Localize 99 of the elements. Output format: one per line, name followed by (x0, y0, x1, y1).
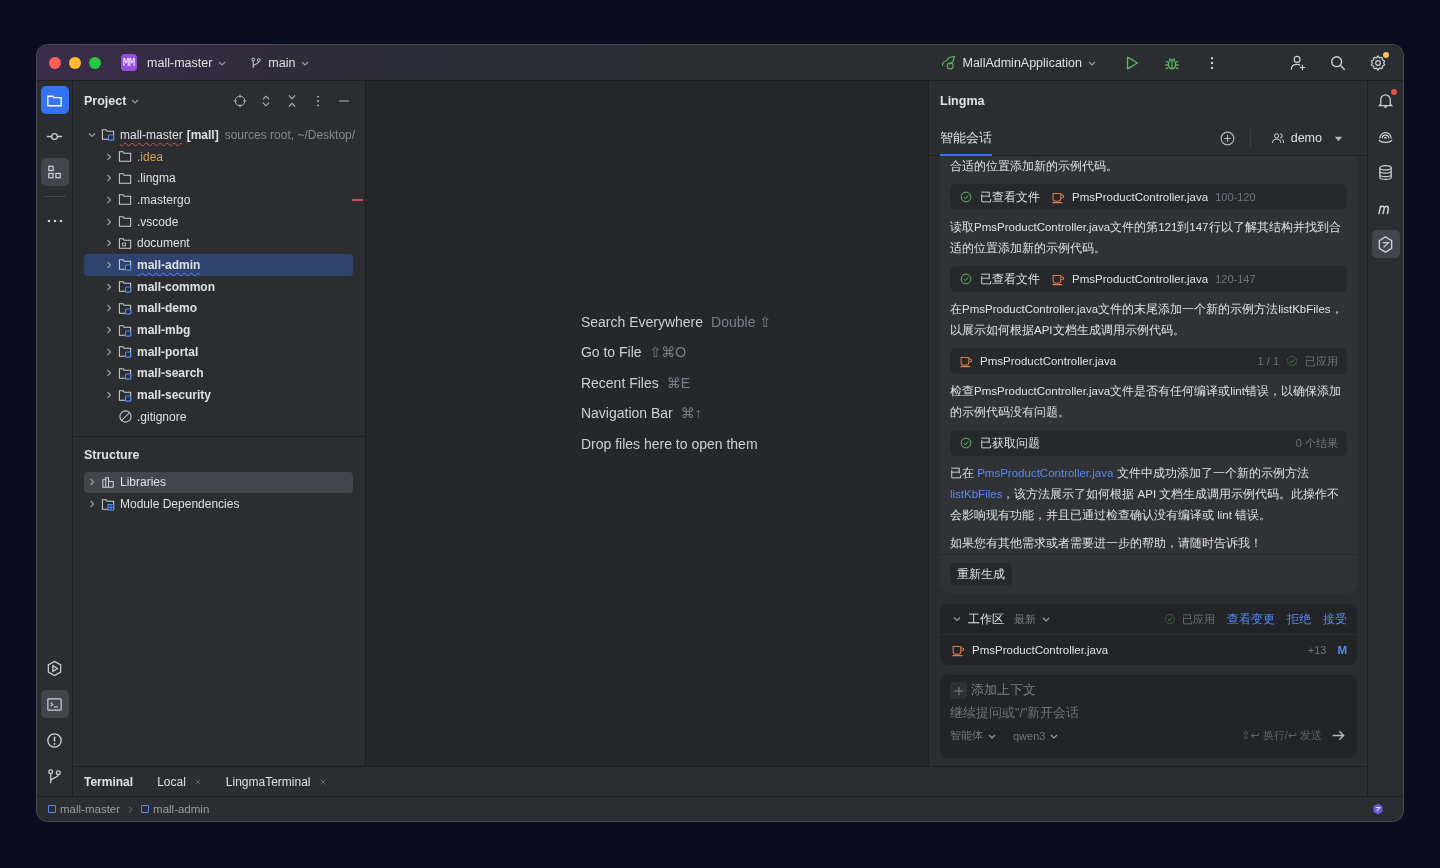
tool-step-card[interactable]: 已获取问题 0 个结果 (950, 430, 1347, 456)
structure-tool-button[interactable] (40, 158, 69, 186)
close-icon[interactable] (193, 777, 202, 786)
tree-item[interactable]: mall-demo (84, 297, 353, 320)
folder-icon (118, 170, 133, 186)
module-folder-icon (118, 300, 133, 316)
section-title: 工作区 (968, 610, 1004, 628)
run-config-dropdown[interactable]: MallAdminApplication (936, 51, 1101, 74)
module-folder-icon (118, 387, 133, 403)
database-icon (1376, 162, 1395, 182)
problems-icon (45, 730, 64, 750)
cup-icon (1051, 190, 1065, 204)
status-label: 已应用 (1182, 611, 1215, 627)
tree-item[interactable]: Libraries (84, 471, 353, 494)
terminal-tool-button[interactable] (40, 690, 69, 718)
panel-title: Structure (83, 446, 141, 464)
git-branch-icon (45, 766, 64, 786)
add-context-button[interactable]: 添加上下文 (950, 682, 1036, 699)
message-text: 在PmsProductController.java文件的末尾添加一个新的示例方法listKbFiles，以展示如何根据API文档生成调用示例代码。 (950, 302, 1344, 338)
shortcut-label: Double ⇧ (711, 313, 772, 330)
branch-dropdown[interactable]: main (245, 52, 315, 73)
cup-icon (951, 643, 965, 657)
shortcut-label: ⌘E (666, 374, 691, 391)
module-folder-icon (118, 365, 133, 381)
tree-item[interactable]: .vscode (84, 210, 353, 233)
hint-label: Drop files here to open them (580, 435, 758, 452)
tree-item[interactable]: mall-mbg (84, 319, 353, 341)
hint-label: Recent Files (580, 374, 659, 391)
regenerate-button[interactable]: 重新生成 (950, 563, 1012, 586)
module-folder-icon (118, 279, 133, 295)
shortcut-label: ⌘↑ (680, 405, 702, 421)
tree-item[interactable]: Module Dependencies (84, 493, 353, 515)
module-folder-icon (118, 344, 133, 360)
cup-icon (959, 354, 973, 368)
file-edit-card[interactable]: PmsProductController.java 1 / 1 已应用 (950, 348, 1347, 374)
code-link[interactable]: PmsProductController.java (977, 467, 1114, 479)
breadcrumb[interactable]: mall-admin (141, 803, 210, 815)
zoom-button[interactable] (89, 56, 101, 69)
breadcrumb[interactable]: mall-master (48, 803, 121, 815)
terminal-tab[interactable]: LingmaTerminal (225, 774, 327, 789)
plus-icon (950, 682, 967, 699)
module-folder-icon (118, 322, 133, 338)
changed-file-row[interactable]: PmsProductController.java +13 M (940, 635, 1357, 665)
filter-dropdown[interactable]: 最新 (1014, 611, 1051, 627)
tree-item[interactable]: mall-common (84, 275, 353, 298)
tree-item[interactable]: mall-portal (84, 340, 353, 363)
ignore-file-icon (118, 409, 133, 425)
folder-tool-button[interactable] (40, 86, 69, 114)
add-circle-icon[interactable] (1218, 129, 1236, 147)
message-text: 已在 PmsProductController.java 文件中成功添加了一个新的示例方法 listKbFiles，该方法展示了如何根据 API 文档生成调用示例代码。此操作不会影响现有功能，并且已通过检查确认没有编译或 lint 错误。 (950, 466, 1341, 523)
tree-item[interactable]: .idea (84, 145, 353, 168)
message-text: 检查PmsProductController.java文件是否有任何编译或lint错误，以确保添加的示例代码没有问题。 (950, 384, 1342, 420)
chevron-icon[interactable] (952, 614, 962, 624)
minimize-button[interactable] (69, 56, 81, 69)
panel-title: Lingma (939, 93, 986, 110)
folder-icon (118, 214, 133, 230)
hint-label: Navigation Bar (580, 405, 673, 421)
folder-icon (118, 192, 133, 208)
message-text: 合适的位置添加新的示例代码。 (950, 159, 1119, 174)
folder-icon (118, 149, 133, 165)
tree-item[interactable]: mall-master [mall] sources root, ~/Desktop/ (84, 124, 353, 146)
tool-step-card[interactable]: 已查看文件 PmsProductController.java 120-147 (950, 266, 1347, 292)
code-link[interactable]: listKbFiles (950, 488, 1003, 500)
tree-item[interactable]: document (84, 232, 353, 255)
resource-folder-icon (118, 235, 133, 251)
keyboard-hint: ⇧↩ 换行/↩ 发送 (1241, 728, 1322, 743)
chat-input-box[interactable]: 添加上下文 继续提问或"/"新开会话 智能体 qwen3 ⇧↩ 换行/↩ 发送 (940, 675, 1357, 758)
close-button[interactable] (49, 56, 61, 69)
action-link[interactable]: 拒绝 (1281, 611, 1311, 627)
hint-label: Go to File (580, 344, 642, 360)
action-link[interactable]: 查看变更 (1221, 611, 1275, 627)
dependency-folder-icon (101, 496, 116, 512)
tree-item[interactable]: mall-admin (84, 254, 353, 276)
module-folder-icon (118, 257, 133, 273)
shortcut-label: ⇧⌘O (649, 344, 687, 360)
hint-label: Search Everywhere (580, 313, 704, 330)
library-icon (101, 474, 116, 490)
message-text: 如果您有其他需求或者需要进一步的帮助，请随时告诉我！ (950, 536, 1263, 551)
tool-step-card[interactable]: 已查看文件 PmsProductController.java 100-120 (950, 184, 1347, 210)
users-icon (1270, 131, 1285, 145)
user-dropdown[interactable]: demo (1270, 131, 1343, 145)
action-link[interactable]: 接受 (1317, 611, 1347, 627)
terminal-tab[interactable]: Local (157, 774, 202, 789)
more-icon (46, 219, 63, 223)
tree-item[interactable]: .gitignore (84, 405, 353, 428)
run-icon (45, 658, 64, 678)
project-badge: MM (121, 54, 138, 71)
project-switcher[interactable]: mall-master (143, 52, 232, 73)
tree-item[interactable]: .lingma (84, 167, 353, 190)
cup-icon (1051, 272, 1065, 286)
view-selector[interactable]: Project (84, 94, 141, 108)
tree-item[interactable]: mall-search (84, 362, 353, 385)
git-branch-icon (249, 55, 264, 70)
message-text: 读取PmsProductController.java文件的第121到147行以了解其结构并找到合适的位置添加新的示例代码。 (950, 220, 1342, 256)
module-folder-icon (101, 127, 116, 143)
panel-title: Terminal (84, 774, 134, 789)
tree-item[interactable]: mall-security (84, 384, 353, 406)
chevron-icon (126, 804, 136, 814)
tree-item[interactable]: .mastergo (84, 189, 353, 211)
